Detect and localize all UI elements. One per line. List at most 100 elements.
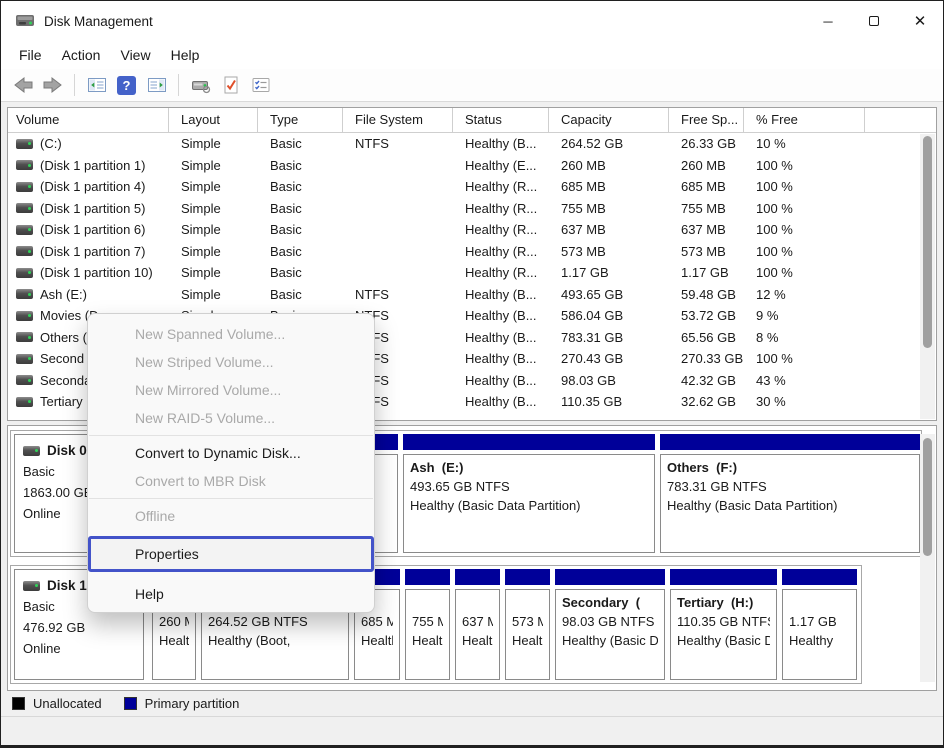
partition-name: Others (F:) xyxy=(667,458,913,477)
cell-pct-free: 100 % xyxy=(744,244,865,259)
graphical-pane-scrollbar[interactable] xyxy=(920,434,935,682)
column-header-layout[interactable]: Layout xyxy=(169,108,258,132)
cell-capacity: 573 MB xyxy=(549,244,669,259)
menu-item-new-mirrored-volume: New Mirrored Volume... xyxy=(88,376,374,404)
cell-capacity: 98.03 GB xyxy=(549,373,669,388)
table-row[interactable]: (C:) Simple Basic NTFS Healthy (B... 264… xyxy=(8,133,936,155)
volume-name: (Disk 1 partition 6) xyxy=(40,222,145,237)
disk-name: Disk 0 xyxy=(47,443,87,458)
cell-type: Basic xyxy=(258,244,343,259)
column-header-file-system[interactable]: File System xyxy=(343,108,453,132)
partition-status: Healthy xyxy=(512,631,543,650)
forward-button[interactable] xyxy=(39,73,66,98)
primary-partition-band xyxy=(782,569,857,585)
partition-box[interactable]: Secondary ( 98.03 GB NTFS Healthy (Basic… xyxy=(555,569,665,680)
partition-size: 264.52 GB NTFS xyxy=(208,612,342,631)
cell-pct-free: 10 % xyxy=(744,136,865,151)
volume-list-scrollbar[interactable] xyxy=(920,134,935,419)
menu-item-properties[interactable]: Properties xyxy=(88,536,374,572)
scrollbar-thumb[interactable] xyxy=(923,438,932,556)
column-header-capacity[interactable]: Capacity xyxy=(549,108,669,132)
volume-icon xyxy=(16,397,33,407)
table-row[interactable]: Ash (E:) Simple Basic NTFS Healthy (B...… xyxy=(8,284,936,306)
back-button[interactable] xyxy=(9,73,36,98)
table-row[interactable]: (Disk 1 partition 6) Simple Basic Health… xyxy=(8,219,936,241)
cell-capacity: 1.17 GB xyxy=(549,265,669,280)
disk-icon xyxy=(23,581,40,591)
check-disk-button[interactable] xyxy=(217,73,244,98)
partition-box[interactable]: 755 MB Healthy xyxy=(405,569,450,680)
partition-status: Healthy (Basic Data Partition) xyxy=(562,631,658,650)
column-header-blank xyxy=(865,108,936,132)
table-row[interactable]: (Disk 1 partition 7) Simple Basic Health… xyxy=(8,241,936,263)
table-row[interactable]: (Disk 1 partition 10) Simple Basic Healt… xyxy=(8,262,936,284)
column-header-status[interactable]: Status xyxy=(453,108,549,132)
partition-box[interactable]: 637 MB Healthy xyxy=(455,569,500,680)
volume-icon xyxy=(16,332,33,342)
column-header-pct-free[interactable]: % Free xyxy=(744,108,865,132)
partition-status: Healthy xyxy=(412,631,443,650)
menu-help[interactable]: Help xyxy=(161,44,210,66)
menu-item-convert-to-dynamic-disk[interactable]: Convert to Dynamic Disk... xyxy=(88,439,374,467)
menu-item-help[interactable]: Help xyxy=(88,580,374,608)
cell-free-space: 260 MB xyxy=(669,158,744,173)
scrollbar-thumb[interactable] xyxy=(923,136,932,348)
task-list-button[interactable] xyxy=(247,73,274,98)
show-action-pane-button[interactable] xyxy=(143,73,170,98)
cell-capacity: 783.31 GB xyxy=(549,330,669,345)
cell-pct-free: 100 % xyxy=(744,222,865,237)
cell-type: Basic xyxy=(258,201,343,216)
cell-free-space: 270.33 GB xyxy=(669,351,744,366)
legend-bar: Unallocated Primary partition xyxy=(1,691,943,717)
close-button[interactable]: ✕ xyxy=(897,1,943,41)
cell-layout: Simple xyxy=(169,287,258,302)
cell-file-system: NTFS xyxy=(343,287,453,302)
volume-name: Others ( xyxy=(40,330,87,345)
volume-icon xyxy=(16,268,33,278)
partition-box[interactable]: Others (F:) 783.31 GB NTFS Healthy (Basi… xyxy=(660,434,920,553)
column-header-type[interactable]: Type xyxy=(258,108,343,132)
partition-box[interactable]: Ash (E:) 493.65 GB NTFS Healthy (Basic D… xyxy=(403,434,655,553)
cell-free-space: 755 MB xyxy=(669,201,744,216)
app-icon xyxy=(15,13,35,29)
disk-status: Online xyxy=(23,638,135,659)
help-button[interactable]: ? xyxy=(113,73,140,98)
menu-separator xyxy=(89,435,373,436)
menu-file[interactable]: File xyxy=(9,44,52,66)
volume-icon xyxy=(16,311,33,321)
partition-status: Healthy xyxy=(462,631,493,650)
cell-free-space: 65.56 GB xyxy=(669,330,744,345)
cell-status: Healthy (R... xyxy=(453,265,549,280)
table-row[interactable]: (Disk 1 partition 1) Simple Basic Health… xyxy=(8,155,936,177)
partition-status: Healthy (Boot, xyxy=(208,631,342,650)
cell-layout: Simple xyxy=(169,136,258,151)
menu-action[interactable]: Action xyxy=(52,44,111,66)
show-console-tree-button[interactable] xyxy=(83,73,110,98)
cell-capacity: 260 MB xyxy=(549,158,669,173)
partition-box[interactable]: Tertiary (H:) 110.35 GB NTFS Healthy (Ba… xyxy=(670,569,777,680)
cell-layout: Simple xyxy=(169,244,258,259)
cell-layout: Simple xyxy=(169,201,258,216)
cell-pct-free: 43 % xyxy=(744,373,865,388)
table-row[interactable]: (Disk 1 partition 4) Simple Basic Health… xyxy=(8,176,936,198)
partition-size: 98.03 GB NTFS xyxy=(562,612,658,631)
cell-capacity: 110.35 GB xyxy=(549,394,669,409)
table-header: Volume Layout Type File System Status Ca… xyxy=(8,108,936,133)
partition-name: Secondary ( xyxy=(562,593,658,612)
cell-type: Basic xyxy=(258,179,343,194)
partition-size: 573 MB xyxy=(512,612,543,631)
cell-capacity: 586.04 GB xyxy=(549,308,669,323)
cell-free-space: 26.33 GB xyxy=(669,136,744,151)
partition-box[interactable]: 1.17 GB Healthy xyxy=(782,569,857,680)
partition-status: Healthy xyxy=(789,631,850,650)
minimize-button[interactable]: ─ xyxy=(805,1,851,41)
column-header-free-space[interactable]: Free Sp... xyxy=(669,108,744,132)
table-row[interactable]: (Disk 1 partition 5) Simple Basic Health… xyxy=(8,198,936,220)
column-header-volume[interactable]: Volume xyxy=(8,108,169,132)
rescan-disks-button[interactable] xyxy=(187,73,214,98)
partition-box[interactable]: 573 MB Healthy xyxy=(505,569,550,680)
menu-view[interactable]: View xyxy=(110,44,160,66)
partition-status: Healthy (Basic Data Partition) xyxy=(667,496,913,515)
maximize-button[interactable] xyxy=(851,1,897,41)
partition-name xyxy=(789,593,850,612)
